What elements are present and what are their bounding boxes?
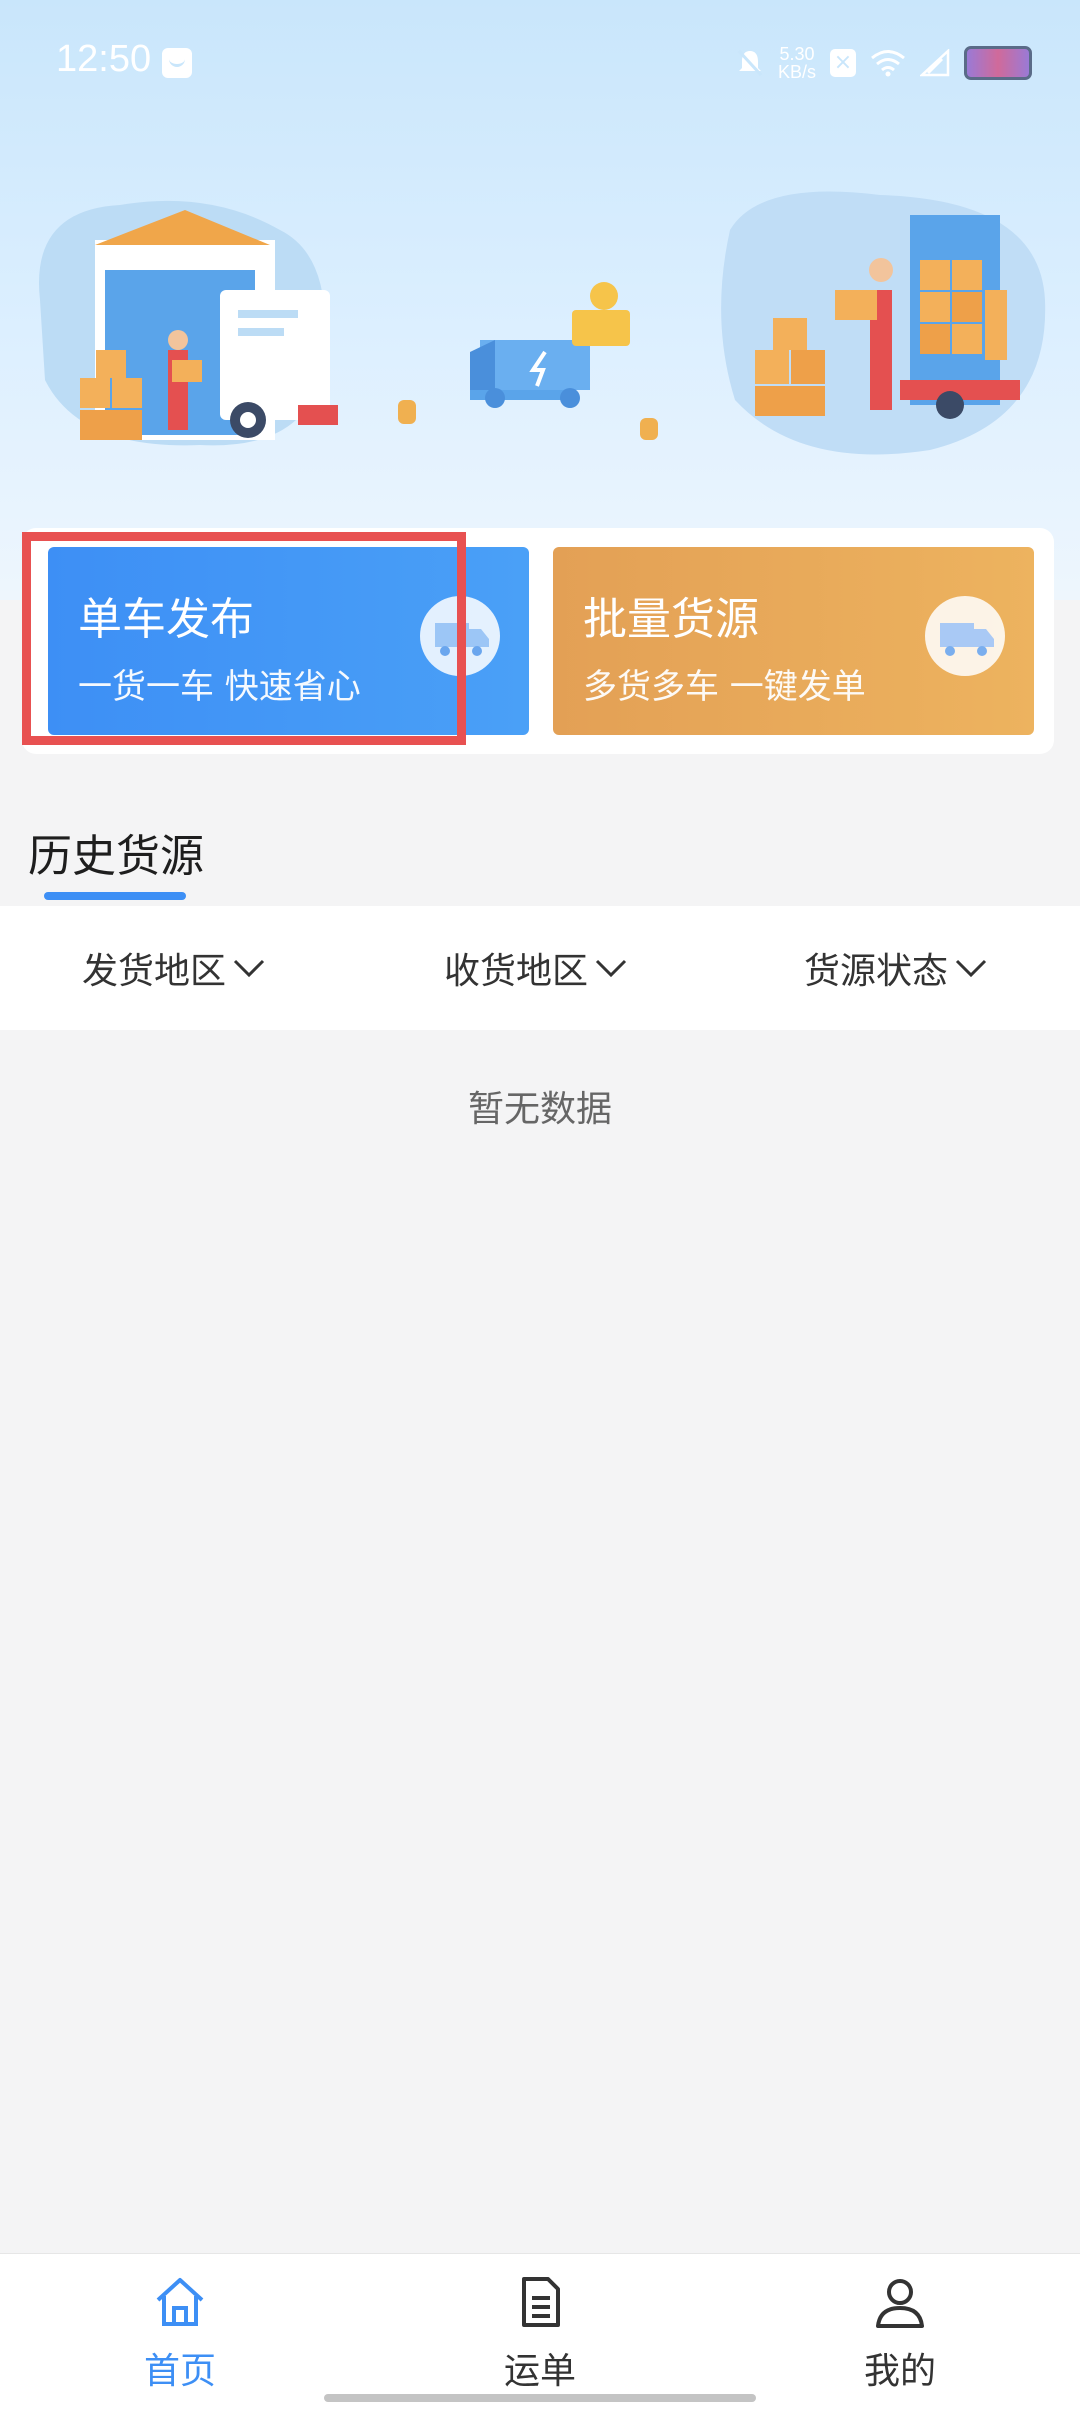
chevron-down-icon xyxy=(233,959,265,978)
status-time: 12:50 xyxy=(56,38,152,80)
history-section-title: 历史货源 xyxy=(28,831,204,882)
network-speed: 5.30 KB/s xyxy=(778,45,816,81)
chevron-down-icon xyxy=(955,959,987,978)
filter-label: 发货地区 xyxy=(82,951,227,992)
filter-destination-region[interactable]: 收货地区 xyxy=(444,906,628,1030)
document-icon xyxy=(522,2277,560,2327)
battery-icon xyxy=(964,46,1032,80)
bottom-tab-bar: 首页 运单 我的 xyxy=(0,2253,1080,2409)
tab-waybill[interactable]: 运单 xyxy=(440,2274,640,2394)
home-icon xyxy=(156,2278,204,2326)
tab-home[interactable]: 首页 xyxy=(80,2274,280,2394)
batch-card-subtitle: 多货多车 一键发单 xyxy=(583,667,866,707)
profile-icon xyxy=(876,2279,924,2328)
tab-label: 我的 xyxy=(863,2351,936,2392)
highlight-box xyxy=(22,532,466,745)
bell-muted-icon xyxy=(737,49,763,77)
close-box-icon: × xyxy=(830,49,856,77)
chevron-down-icon xyxy=(595,959,627,978)
wifi-icon xyxy=(871,50,905,77)
tab-mine[interactable]: 我的 xyxy=(800,2274,1000,2394)
filter-bar: 发货地区 收货地区 货源状态 xyxy=(0,906,1080,1030)
batch-cargo-card[interactable]: 批量货源 多货多车 一键发单 xyxy=(553,547,1034,735)
tab-label: 运单 xyxy=(503,2351,576,2392)
filter-label: 收货地区 xyxy=(444,951,589,992)
signal-icon xyxy=(920,49,950,77)
status-icons: 5.30 KB/s × xyxy=(736,40,1032,86)
filter-origin-region[interactable]: 发货地区 xyxy=(82,906,266,1030)
home-indicator[interactable] xyxy=(324,2394,756,2402)
status-bar: 12:50 5.30 KB/s × xyxy=(0,0,1080,125)
network-speed-value: 5.30 xyxy=(779,44,815,64)
empty-state-text: 暂无数据 xyxy=(467,1089,612,1130)
message-notification-icon xyxy=(162,48,192,78)
batch-card-title: 批量货源 xyxy=(583,594,759,645)
network-speed-unit: KB/s xyxy=(777,62,816,82)
truck-icon xyxy=(925,596,1005,676)
filter-cargo-status[interactable]: 货源状态 xyxy=(804,906,988,1030)
tab-label: 首页 xyxy=(143,2351,216,2392)
section-tab-indicator xyxy=(44,892,186,900)
filter-label: 货源状态 xyxy=(804,951,949,992)
